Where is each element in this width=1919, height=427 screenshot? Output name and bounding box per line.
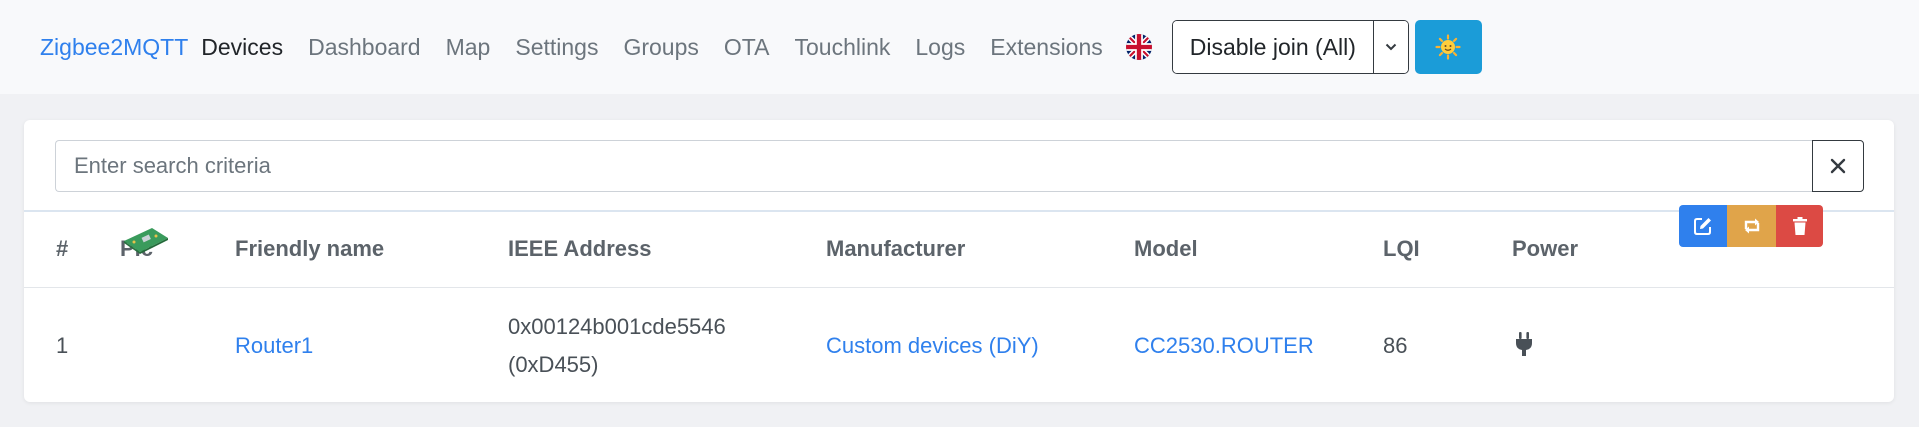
nav-groups[interactable]: Groups — [623, 34, 698, 61]
nav-ota[interactable]: OTA — [724, 34, 770, 61]
trash-icon — [1792, 217, 1807, 235]
device-manufacturer-link[interactable]: Custom devices (DiY) — [826, 333, 1039, 359]
disable-join-button[interactable]: Disable join (All) — [1172, 21, 1374, 73]
nav-dashboard[interactable]: Dashboard — [308, 34, 421, 61]
device-actions — [1679, 205, 1823, 247]
close-icon — [1830, 158, 1846, 174]
column-header-power[interactable]: Power — [1512, 236, 1578, 262]
swap-icon — [1744, 218, 1759, 234]
column-header-lqi[interactable]: LQI — [1383, 236, 1420, 262]
nav-settings[interactable]: Settings — [515, 34, 598, 61]
theme-toggle-button[interactable] — [1414, 20, 1482, 74]
join-button-group: Disable join (All) — [1171, 20, 1409, 74]
column-header-ieee-address[interactable]: IEEE Address — [508, 236, 651, 262]
device-board-icon — [122, 225, 170, 260]
clear-search-button[interactable] — [1812, 140, 1864, 192]
devices-card: # Pic Friendly name IEEE Address Manufac… — [24, 120, 1894, 402]
column-header-friendly-name[interactable]: Friendly name — [235, 236, 384, 262]
device-lqi: 86 — [1383, 333, 1408, 358]
column-header-model[interactable]: Model — [1134, 236, 1198, 262]
nav-logs[interactable]: Logs — [915, 34, 965, 61]
device-ieee-address: 0x00124b001cde5546 — [508, 314, 726, 339]
row-divider — [24, 287, 1894, 288]
brand-link[interactable]: Zigbee2MQTT — [40, 34, 188, 61]
device-network-address: (0xD455) — [508, 352, 599, 377]
edit-icon — [1694, 218, 1711, 235]
nav-touchlink[interactable]: Touchlink — [794, 34, 890, 61]
search-input[interactable] — [55, 140, 1812, 192]
sun-icon — [1435, 34, 1462, 60]
device-friendly-name-link[interactable]: Router1 — [235, 333, 313, 359]
edit-device-button[interactable] — [1679, 205, 1727, 247]
search-bar — [55, 140, 1864, 192]
header-divider — [24, 210, 1894, 212]
column-header-index[interactable]: # — [56, 236, 68, 262]
nav-devices[interactable]: Devices — [201, 34, 283, 61]
top-navbar: Zigbee2MQTT Devices Dashboard Map Settin… — [0, 0, 1919, 94]
plug-icon — [1513, 331, 1535, 363]
delete-device-button[interactable] — [1776, 205, 1823, 247]
rename-device-button[interactable] — [1727, 205, 1776, 247]
nav-extensions[interactable]: Extensions — [990, 34, 1103, 61]
device-model-link[interactable]: CC2530.ROUTER — [1134, 333, 1314, 359]
uk-flag-icon[interactable] — [1125, 34, 1152, 60]
row-index: 1 — [56, 333, 69, 358]
join-dropdown-toggle[interactable] — [1373, 21, 1408, 73]
column-header-manufacturer[interactable]: Manufacturer — [826, 236, 965, 262]
chevron-down-icon — [1385, 43, 1397, 51]
nav-map[interactable]: Map — [446, 34, 491, 61]
